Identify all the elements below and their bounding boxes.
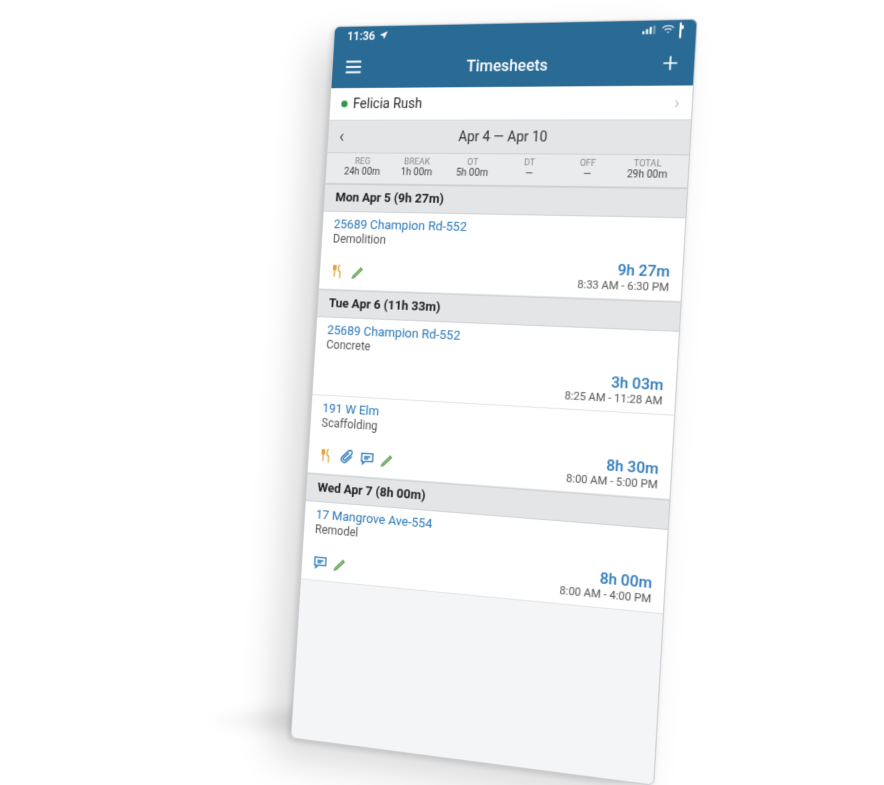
menu-icon[interactable]	[343, 56, 364, 77]
user-name: Felicia Rush	[353, 96, 423, 112]
edit-icon	[379, 452, 395, 473]
prev-week-button[interactable]: ‹	[339, 126, 345, 146]
nav-bar: Timesheets	[331, 40, 695, 88]
entry-icons	[312, 554, 348, 577]
summary-label: DT	[501, 158, 559, 168]
location-icon	[378, 29, 388, 43]
summary-col: OFF—	[558, 159, 618, 181]
edit-icon	[332, 556, 348, 577]
summary-value: 29h 00m	[617, 169, 678, 181]
user-status-dot	[341, 101, 348, 108]
battery-icon	[679, 23, 682, 37]
add-button[interactable]	[658, 52, 682, 75]
date-range-label: Apr 4 — Apr 10	[458, 129, 548, 145]
summary-label: REG	[336, 157, 390, 167]
status-time: 11:36	[347, 29, 376, 43]
summary-label: OFF	[558, 159, 618, 170]
phone-frame: 11:36 Timesheets	[290, 19, 697, 785]
comment-icon	[312, 554, 328, 575]
chevron-right-icon: ›	[674, 93, 680, 112]
user-selector[interactable]: Felicia Rush ›	[329, 85, 693, 120]
meal-icon	[330, 264, 346, 284]
summary-col: TOTAL29h 00m	[617, 159, 679, 181]
timesheet-entry[interactable]: 25689 Champion Rd-552 Demolition 9h 27m …	[319, 212, 685, 302]
date-range-bar: ‹ Apr 4 — Apr 10	[327, 120, 691, 155]
summary-col: REG24h 00m	[335, 157, 390, 178]
summary-col: OT5h 00m	[444, 158, 502, 179]
meal-icon	[319, 448, 335, 468]
page-title: Timesheets	[363, 54, 660, 76]
summary-label: TOTAL	[617, 159, 678, 170]
summary-value: 1h 00m	[389, 167, 445, 178]
summary-col: BREAK1h 00m	[389, 157, 445, 178]
summary-value: —	[500, 168, 558, 180]
signal-icon	[642, 24, 657, 38]
comment-icon	[359, 451, 375, 472]
attachment-icon	[339, 449, 355, 469]
entry-icons	[330, 264, 366, 284]
edit-icon	[350, 264, 366, 284]
wifi-icon	[660, 23, 675, 38]
summary-value: 5h 00m	[444, 168, 501, 179]
entry-time-range: 8:33 AM - 6:30 PM	[577, 278, 669, 294]
summary-col: DT—	[500, 158, 559, 179]
summary-row: REG24h 00mBREAK1h 00mOT5h 00mDT—OFF—TOTA…	[325, 153, 688, 188]
summary-label: OT	[444, 158, 501, 168]
summary-value: —	[558, 169, 618, 181]
entry-icons	[319, 448, 396, 473]
summary-label: BREAK	[389, 157, 445, 167]
timesheet-list: Mon Apr 5 (9h 27m) 25689 Champion Rd-552…	[301, 184, 687, 614]
summary-value: 24h 00m	[335, 167, 389, 178]
